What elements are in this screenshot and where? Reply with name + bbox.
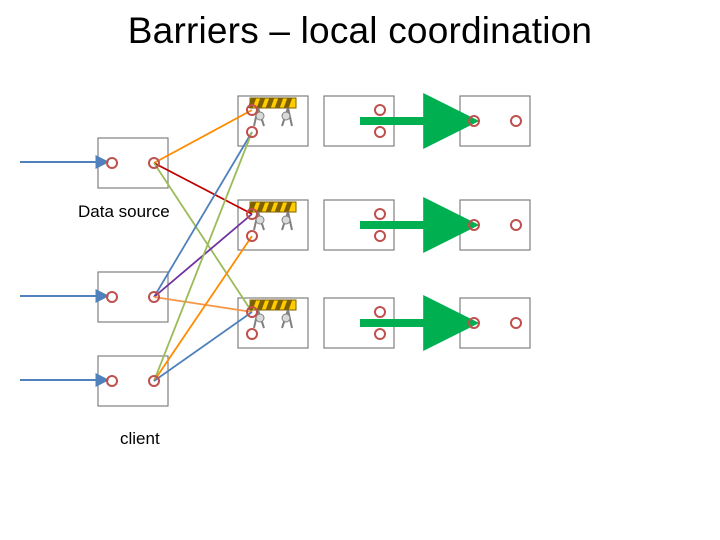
node-box	[460, 96, 530, 146]
shuffle-line	[154, 163, 252, 312]
node-box	[98, 356, 168, 406]
node-box	[460, 200, 530, 250]
shuffle-line	[154, 132, 252, 297]
node-box	[460, 298, 530, 348]
shuffle-lines-layer	[154, 110, 252, 381]
diagram-canvas	[0, 0, 720, 540]
shuffle-line	[154, 312, 252, 381]
node-box	[98, 138, 168, 188]
